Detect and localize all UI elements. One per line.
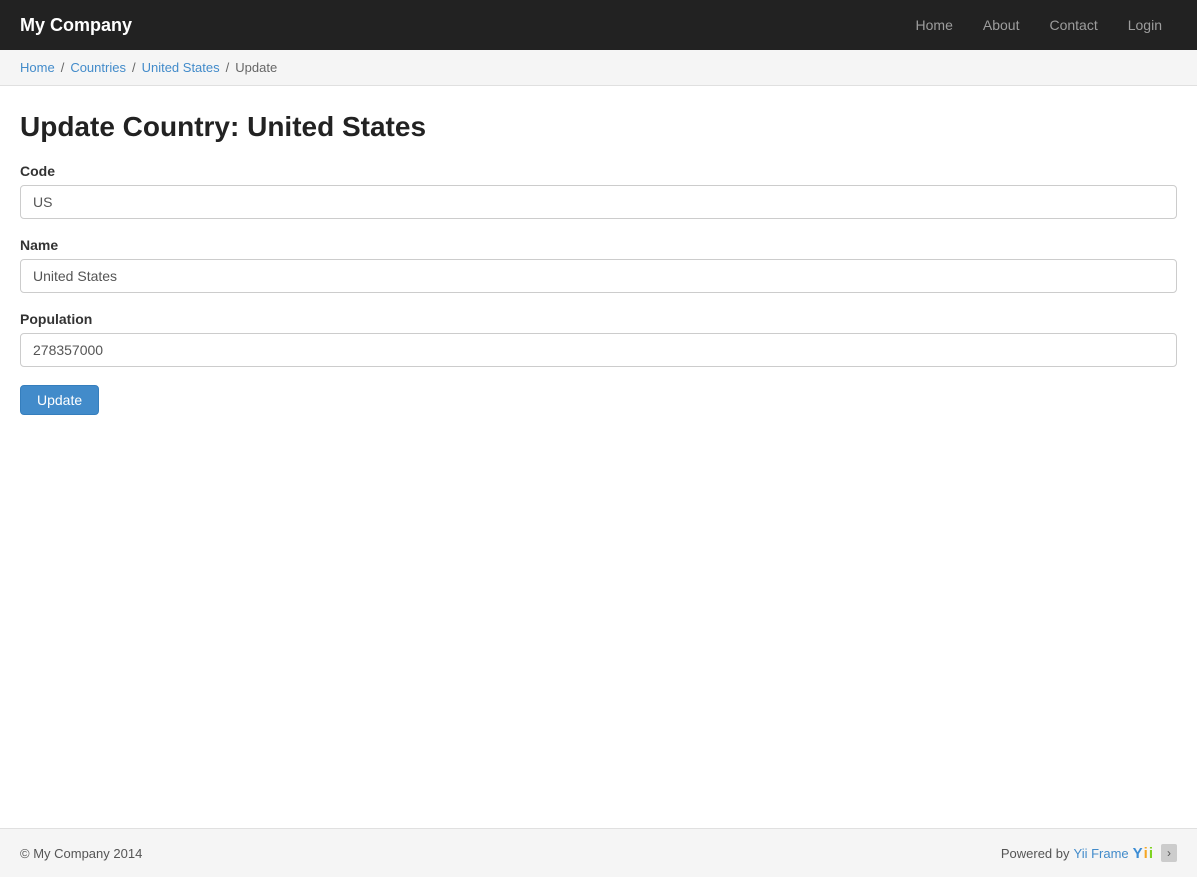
navbar: My Company Home About Contact Login (0, 0, 1197, 50)
breadcrumb-item-update: Update (220, 60, 278, 75)
nav-arrow-icon[interactable]: › (1161, 844, 1177, 862)
code-input[interactable] (20, 185, 1177, 219)
code-group: Code (20, 163, 1177, 219)
name-group: Name (20, 237, 1177, 293)
nav-item-login: Login (1113, 0, 1177, 50)
breadcrumb-link-countries[interactable]: Countries (70, 60, 126, 75)
nav-link-home[interactable]: Home (901, 0, 968, 50)
footer: © My Company 2014 Powered by Yii Frame Y… (0, 828, 1197, 877)
nav-item-contact: Contact (1034, 0, 1112, 50)
nav-link-login[interactable]: Login (1113, 0, 1177, 50)
nav-item-home: Home (901, 0, 968, 50)
population-group: Population (20, 311, 1177, 367)
nav-link-contact[interactable]: Contact (1034, 0, 1112, 50)
breadcrumb-item-countries: Countries (55, 60, 126, 75)
yii-logo-i1: i (1144, 845, 1148, 862)
code-label: Code (20, 163, 1177, 179)
main-content: Update Country: United States Code Name … (0, 86, 1197, 828)
nav-menu: Home About Contact Login (901, 0, 1177, 50)
breadcrumb: Home Countries United States Update (20, 60, 1177, 75)
yii-link-text: Yii Frame (1074, 846, 1129, 861)
name-input[interactable] (20, 259, 1177, 293)
breadcrumb-link-united-states[interactable]: United States (142, 60, 220, 75)
population-label: Population (20, 311, 1177, 327)
breadcrumb-bar: Home Countries United States Update (0, 50, 1197, 86)
footer-copyright: © My Company 2014 (20, 846, 142, 861)
yii-link[interactable]: Yii Frame (1074, 846, 1129, 861)
footer-powered-text: Powered by (1001, 846, 1070, 861)
navbar-brand[interactable]: My Company (20, 15, 132, 36)
population-input[interactable] (20, 333, 1177, 367)
yii-logo: Yii (1133, 845, 1153, 862)
update-country-form: Code Name Population Update (20, 163, 1177, 415)
nav-link-about[interactable]: About (968, 0, 1035, 50)
yii-logo-y: Y (1133, 845, 1143, 862)
breadcrumb-current: Update (235, 60, 277, 75)
breadcrumb-link-home[interactable]: Home (20, 60, 55, 75)
page-title: Update Country: United States (20, 111, 1177, 143)
yii-logo-i2: i (1149, 845, 1153, 862)
name-label: Name (20, 237, 1177, 253)
update-button[interactable]: Update (20, 385, 99, 415)
nav-item-about: About (968, 0, 1035, 50)
breadcrumb-item-united-states: United States (126, 60, 220, 75)
footer-powered: Powered by Yii Frame Yii › (1001, 844, 1177, 862)
breadcrumb-item-home: Home (20, 60, 55, 75)
